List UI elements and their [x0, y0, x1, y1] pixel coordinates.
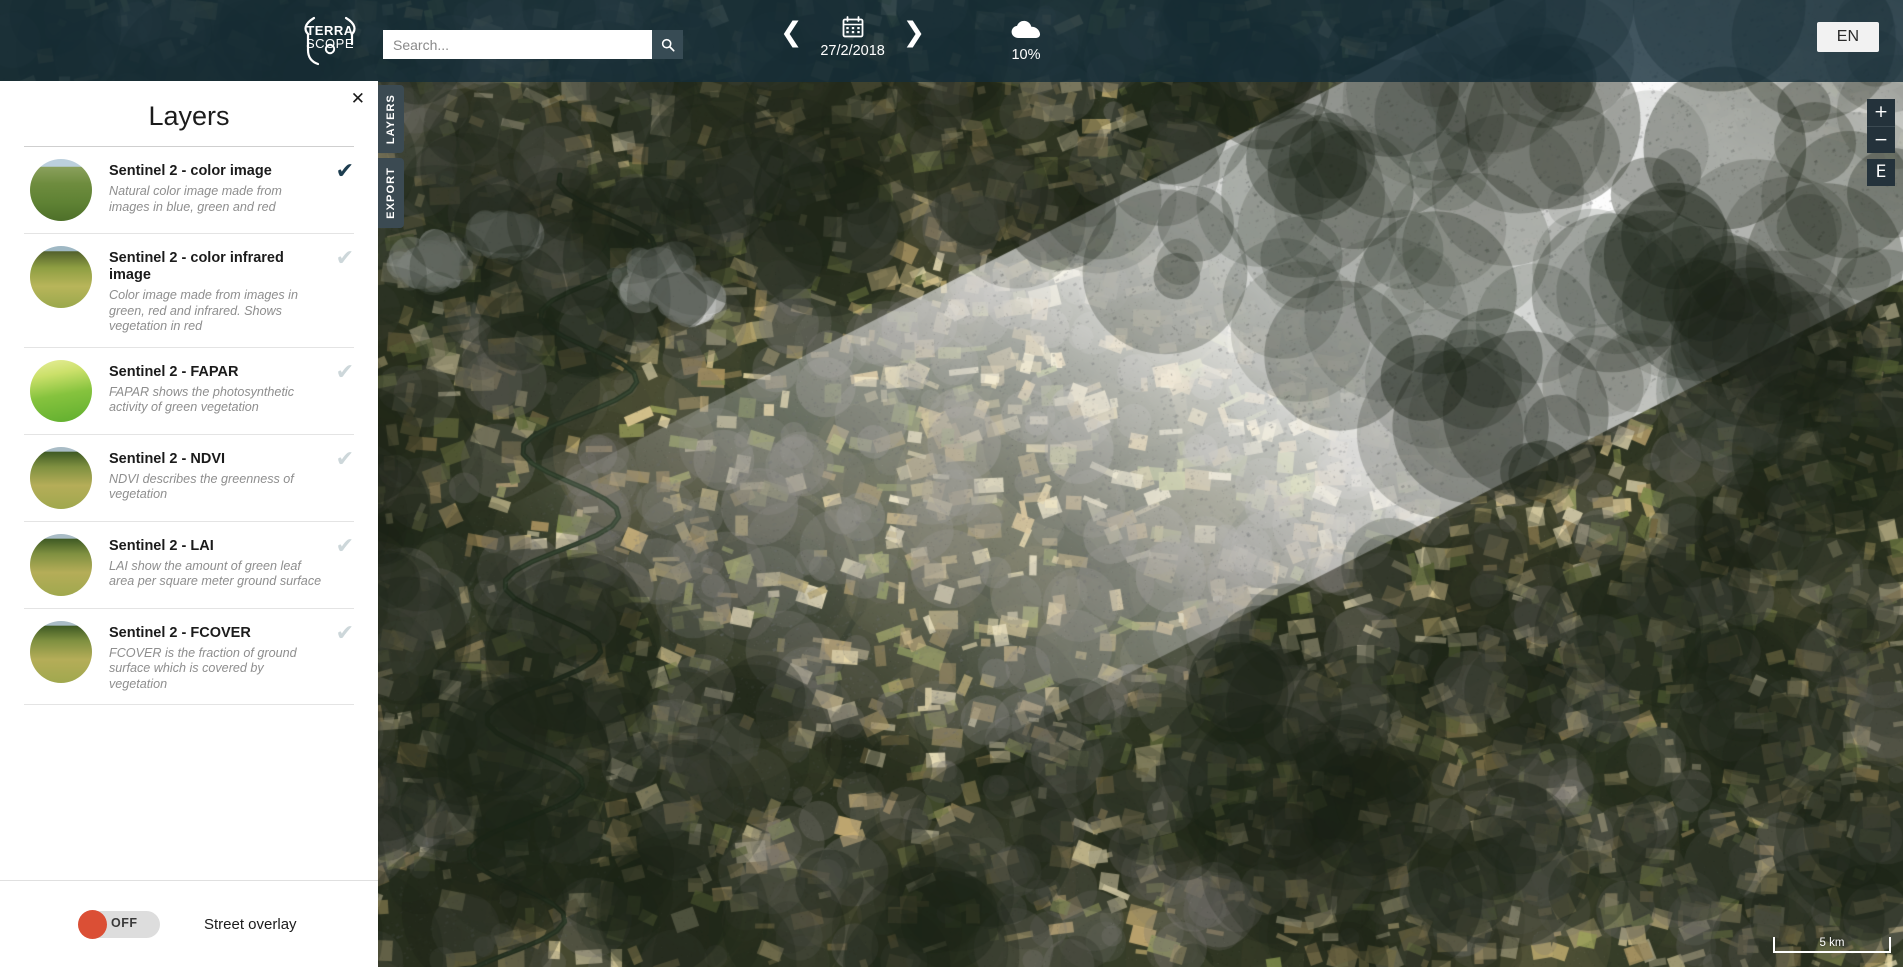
- layer-title: Sentinel 2 - FAPAR: [109, 364, 324, 381]
- cloud-icon: [1011, 20, 1041, 40]
- calendar-icon: [842, 16, 864, 38]
- layer-unselected-check-icon[interactable]: ✔: [336, 248, 354, 270]
- terrascope-app: + − E 5 km TERRA SCOPE: [0, 0, 1903, 967]
- layer-title: Sentinel 2 - color image: [109, 163, 324, 180]
- layer-text: Sentinel 2 - color infrared image Color i…: [109, 246, 354, 335]
- layer-unselected-check-icon[interactable]: ✔: [336, 362, 354, 384]
- tab-export-label: EXPORT: [385, 160, 397, 226]
- panel-tabs: LAYERS EXPORT: [378, 85, 404, 233]
- layer-text: Sentinel 2 - color image Natural color im…: [109, 159, 354, 215]
- layer-description: FCOVER is the fraction of ground surface…: [109, 646, 324, 693]
- layer-unselected-check-icon[interactable]: ✔: [336, 449, 354, 471]
- tab-layers-label: LAYERS: [385, 87, 397, 151]
- cloud-cover-indicator[interactable]: 10%: [988, 20, 1064, 63]
- street-overlay-toggle[interactable]: OFF: [78, 911, 160, 938]
- layer-item[interactable]: Sentinel 2 - FAPAR FAPAR shows the photos…: [24, 348, 354, 435]
- street-overlay-row: OFF Street overlay: [0, 881, 378, 967]
- layer-description: FAPAR shows the photosynthetic activity …: [109, 385, 324, 416]
- map-controls: + − E: [1867, 99, 1895, 186]
- logo-line-scope: SCOPE: [296, 37, 364, 50]
- zoom-control-group: + −: [1867, 99, 1895, 153]
- page-title: Layers: [0, 81, 378, 146]
- date-navigator: ❮ 27/2/2018 ❯: [780, 16, 925, 59]
- grass-treeline-thumbnail: [30, 534, 92, 596]
- grass-treeline-thumbnail: [30, 447, 92, 509]
- search-bar: [383, 30, 683, 59]
- vineyard-field-thumbnail: [30, 159, 92, 221]
- layer-description: Color image made from images in green, r…: [109, 288, 324, 335]
- search-input[interactable]: [383, 30, 652, 59]
- layer-text: Sentinel 2 - NDVI NDVI describes the gree…: [109, 447, 354, 503]
- current-date-label: 27/2/2018: [817, 43, 889, 59]
- toggle-state-label: OFF: [111, 916, 138, 930]
- layer-unselected-check-icon[interactable]: ✔: [336, 536, 354, 558]
- close-icon[interactable]: ✕: [351, 91, 365, 108]
- zoom-out-button[interactable]: −: [1867, 126, 1895, 153]
- street-overlay-label: Street overlay: [204, 916, 297, 933]
- search-icon[interactable]: [652, 30, 683, 59]
- next-date-button[interactable]: ❯: [903, 16, 926, 48]
- scale-bar: 5 km: [1773, 937, 1891, 953]
- app-header: TERRA SCOPE ❮: [0, 0, 1903, 82]
- extent-button[interactable]: E: [1867, 159, 1895, 186]
- layers-panel: ✕ Layers Sentinel 2 - color image Natural…: [0, 81, 378, 967]
- layer-text: Sentinel 2 - FCOVER FCOVER is the fractio…: [109, 621, 354, 693]
- green-crop-sunlit-thumbnail: [30, 360, 92, 422]
- panel-spacer: [0, 705, 378, 880]
- layer-selected-check-icon[interactable]: ✔: [336, 161, 354, 183]
- layer-title: Sentinel 2 - LAI: [109, 538, 324, 555]
- layer-item[interactable]: Sentinel 2 - FCOVER FCOVER is the fractio…: [24, 609, 354, 706]
- layer-item[interactable]: Sentinel 2 - LAI LAI show the amount of g…: [24, 522, 354, 609]
- logo-text: TERRA SCOPE: [296, 24, 364, 50]
- layer-text: Sentinel 2 - LAI LAI show the amount of g…: [109, 534, 354, 590]
- tab-export[interactable]: EXPORT: [378, 158, 404, 228]
- layer-description: LAI show the amount of green leaf area p…: [109, 559, 324, 590]
- magnifier-glyph: [661, 38, 675, 52]
- layer-item[interactable]: Sentinel 2 - color infrared image Color i…: [24, 234, 354, 348]
- tab-layers[interactable]: LAYERS: [378, 85, 404, 153]
- zoom-in-button[interactable]: +: [1867, 99, 1895, 126]
- grass-meadow-thumbnail: [30, 246, 92, 308]
- layer-title: Sentinel 2 - color infrared image: [109, 250, 324, 284]
- layer-title: Sentinel 2 - FCOVER: [109, 625, 324, 642]
- layer-item[interactable]: Sentinel 2 - NDVI NDVI describes the gree…: [24, 435, 354, 522]
- layer-description: NDVI describes the greenness of vegetati…: [109, 472, 324, 503]
- terrascope-logo[interactable]: TERRA SCOPE: [296, 10, 364, 72]
- layer-unselected-check-icon[interactable]: ✔: [336, 623, 354, 645]
- layer-item[interactable]: Sentinel 2 - color image Natural color im…: [24, 147, 354, 234]
- layer-text: Sentinel 2 - FAPAR FAPAR shows the photos…: [109, 360, 354, 416]
- cloud-cover-percent: 10%: [988, 47, 1064, 63]
- layer-list: Sentinel 2 - color image Natural color im…: [0, 147, 378, 705]
- layer-title: Sentinel 2 - NDVI: [109, 451, 324, 468]
- language-button[interactable]: EN: [1817, 22, 1879, 52]
- toggle-knob: [78, 910, 107, 939]
- calendar-picker[interactable]: 27/2/2018: [817, 16, 889, 59]
- grass-treeline-thumbnail: [30, 621, 92, 683]
- previous-date-button[interactable]: ❮: [780, 16, 803, 48]
- layer-description: Natural color image made from images in …: [109, 184, 324, 215]
